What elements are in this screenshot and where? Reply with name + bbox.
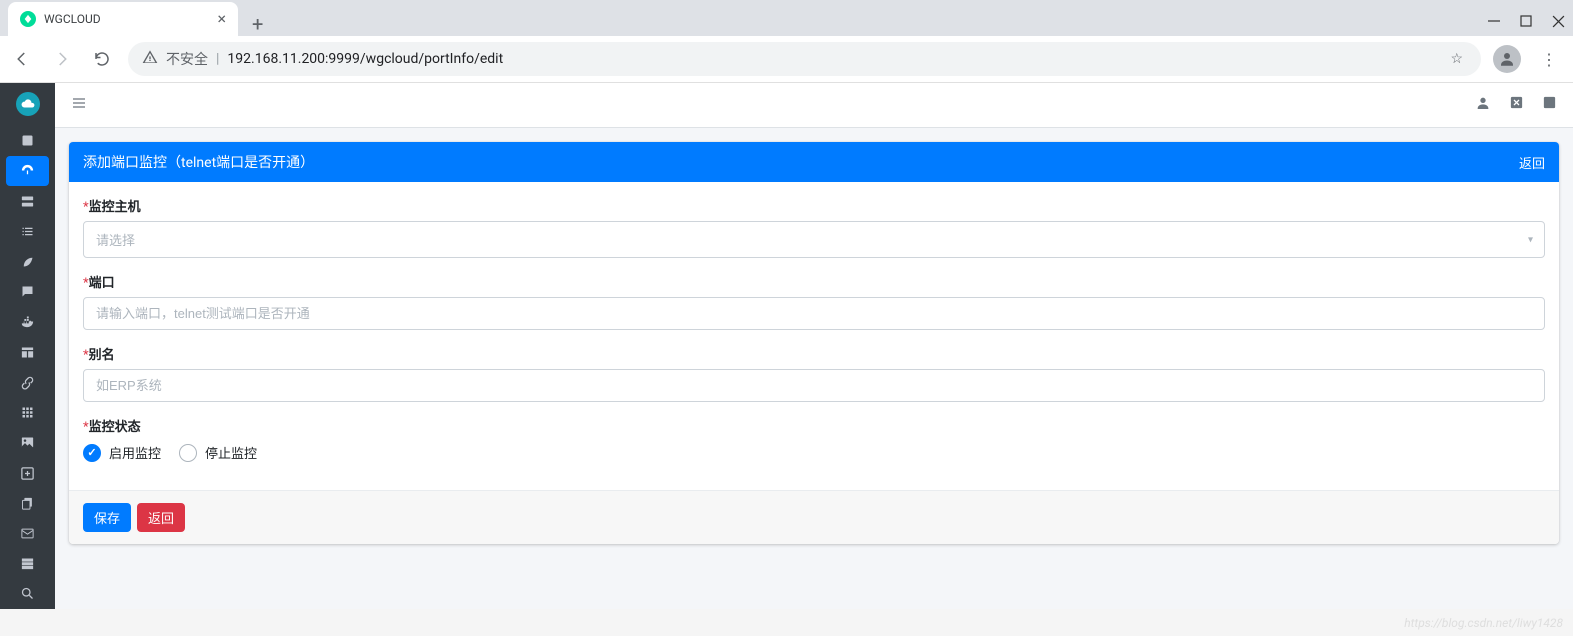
sidebar-item-image[interactable] — [0, 428, 55, 458]
user-icon[interactable] — [1475, 95, 1491, 115]
host-select[interactable]: 请选择 — [83, 221, 1545, 258]
content-area: 添加端口监控（telnet端口是否开通） 返回 *监控主机 请选择 *端口 — [55, 128, 1573, 558]
reload-icon[interactable] — [88, 45, 116, 73]
security-label: 不安全 — [166, 49, 208, 69]
tab-favicon-icon — [20, 11, 36, 27]
port-label: *端口 — [83, 272, 1545, 291]
sidebar-item-copy[interactable] — [0, 488, 55, 518]
card-header: 添加端口监控（telnet端口是否开通） 返回 — [69, 142, 1559, 182]
forward-nav-icon[interactable] — [48, 45, 76, 73]
sidebar-item-leaf[interactable] — [0, 246, 55, 276]
browser-chrome: WGCLOUD × + 不安全 | 192.168.11.200:9999/wg… — [0, 0, 1573, 83]
window-controls — [1479, 6, 1573, 36]
sidebar-item-list[interactable] — [0, 216, 55, 246]
bookmark-star-icon[interactable]: ☆ — [1446, 51, 1467, 67]
close-window-icon[interactable] — [1551, 14, 1565, 28]
sidebar-item-dashboard[interactable] — [6, 156, 49, 186]
sidebar-item-docker[interactable] — [0, 307, 55, 337]
close-box-icon[interactable] — [1509, 95, 1524, 115]
browser-menu-icon[interactable]: ⋮ — [1533, 50, 1565, 69]
sidebar-item-add[interactable] — [0, 458, 55, 488]
browser-address-row: 不安全 | 192.168.11.200:9999/wgcloud/portIn… — [0, 36, 1573, 83]
sidebar-item-1[interactable] — [0, 126, 55, 156]
expand-icon[interactable] — [1542, 95, 1557, 115]
footer-back-button[interactable]: 返回 — [137, 503, 185, 532]
alias-input[interactable] — [83, 369, 1545, 402]
header-back-link[interactable]: 返回 — [1519, 153, 1545, 172]
watermark: https://blog.csdn.net/liwy1428 — [1404, 616, 1563, 630]
sidebar-item-link[interactable] — [0, 367, 55, 397]
back-nav-icon[interactable] — [8, 45, 36, 73]
status-radio-group: 启用监控 停止监控 — [83, 443, 1545, 462]
form-group-alias: *别名 — [83, 344, 1545, 402]
sidebar-item-table[interactable] — [0, 337, 55, 367]
form-group-port: *端口 — [83, 272, 1545, 330]
insecure-icon — [142, 49, 158, 69]
hamburger-icon[interactable] — [71, 95, 87, 115]
radio-disable-circle — [179, 444, 197, 462]
browser-tab[interactable]: WGCLOUD × — [8, 2, 238, 36]
host-select-wrapper: 请选择 — [83, 221, 1545, 258]
form-group-status: *监控状态 启用监控 停止监控 — [83, 416, 1545, 462]
sidebar-item-search[interactable] — [0, 579, 55, 609]
form-group-host: *监控主机 请选择 — [83, 196, 1545, 258]
top-actions — [1475, 95, 1557, 115]
radio-enable-circle — [83, 444, 101, 462]
url-text: 192.168.11.200:9999/wgcloud/portInfo/edi… — [227, 51, 503, 67]
radio-enable[interactable]: 启用监控 — [83, 443, 161, 462]
save-button[interactable]: 保存 — [83, 503, 131, 532]
address-bar[interactable]: 不安全 | 192.168.11.200:9999/wgcloud/portIn… — [128, 42, 1481, 76]
tab-title: WGCLOUD — [44, 12, 209, 26]
app-root: 添加端口监控（telnet端口是否开通） 返回 *监控主机 请选择 *端口 — [0, 83, 1573, 609]
browser-tab-row: WGCLOUD × + — [0, 0, 1573, 36]
profile-avatar-icon[interactable] — [1493, 45, 1521, 73]
top-bar — [55, 83, 1573, 128]
sidebar-item-mail[interactable] — [0, 518, 55, 548]
app-logo[interactable] — [0, 83, 55, 126]
radio-disable-label: 停止监控 — [205, 443, 257, 462]
sidebar-item-chat[interactable] — [0, 277, 55, 307]
new-tab-button[interactable]: + — [238, 12, 277, 36]
radio-enable-label: 启用监控 — [109, 443, 161, 462]
card-title: 添加端口监控（telnet端口是否开通） — [83, 152, 314, 172]
card-footer: 保存 返回 — [69, 490, 1559, 544]
alias-label: *别名 — [83, 344, 1545, 363]
host-label: *监控主机 — [83, 196, 1545, 215]
sidebar-item-storage[interactable] — [0, 549, 55, 579]
tab-close-icon[interactable]: × — [217, 11, 226, 27]
sidebar-item-grid[interactable] — [0, 397, 55, 427]
main-content: 添加端口监控（telnet端口是否开通） 返回 *监控主机 请选择 *端口 — [55, 83, 1573, 609]
sidebar — [0, 83, 55, 609]
sidebar-item-server[interactable] — [0, 186, 55, 216]
minimize-icon[interactable] — [1487, 14, 1501, 28]
status-label: *监控状态 — [83, 416, 1545, 435]
form-card: 添加端口监控（telnet端口是否开通） 返回 *监控主机 请选择 *端口 — [69, 142, 1559, 544]
maximize-icon[interactable] — [1519, 14, 1533, 28]
radio-disable[interactable]: 停止监控 — [179, 443, 257, 462]
card-body: *监控主机 请选择 *端口 *别名 *监控状态 — [69, 182, 1559, 490]
port-input[interactable] — [83, 297, 1545, 330]
